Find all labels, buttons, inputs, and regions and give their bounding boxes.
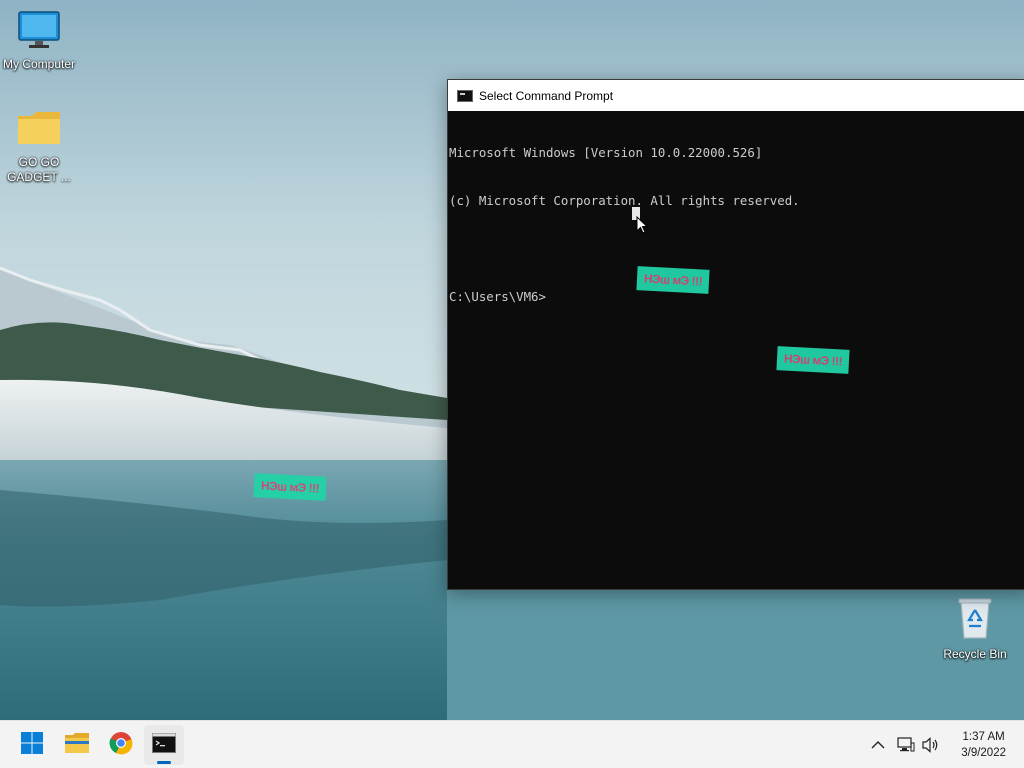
- desktop-icon-label: GO GO GADGET ...: [7, 155, 71, 184]
- console-line: Microsoft Windows [Version 10.0.22000.52…: [449, 145, 763, 160]
- mouse-pointer-icon: [636, 215, 649, 240]
- desktop-icon-label: My Computer: [2, 57, 76, 71]
- taskbar-file-explorer[interactable]: [57, 725, 97, 765]
- monitor-icon: [0, 10, 78, 54]
- recycle-bin-icon: [936, 596, 1014, 644]
- desktop-icon-recycle-bin[interactable]: Recycle Bin: [936, 596, 1014, 662]
- network-icon[interactable]: [896, 735, 916, 755]
- folder-icon: [0, 108, 78, 152]
- overlay-tag: НЭш мЭ !!!: [776, 346, 850, 374]
- desktop-icon-go-go-gadget[interactable]: GO GO GADGET ...: [0, 108, 78, 185]
- desktop-icon-my-computer[interactable]: My Computer: [0, 10, 78, 72]
- console-output[interactable]: Microsoft Windows [Version 10.0.22000.52…: [448, 111, 1024, 337]
- taskbar-chrome[interactable]: [101, 725, 141, 765]
- chrome-icon: [109, 731, 133, 760]
- overlay-tag: НЭш мЭ !!!: [253, 473, 327, 501]
- command-prompt-window[interactable]: Select Command Prompt Microsoft Windows …: [447, 79, 1024, 590]
- terminal-icon: [152, 732, 176, 758]
- clock-time: 1:37 AM: [962, 731, 1005, 743]
- console-prompt: C:\Users\VM6>: [449, 289, 546, 304]
- windows-start-icon: [20, 731, 44, 760]
- taskbar-command-prompt[interactable]: [144, 725, 184, 765]
- window-title: Select Command Prompt: [479, 88, 614, 103]
- system-clock[interactable]: 1:37 AM 3/9/2022: [961, 729, 1006, 761]
- chevron-up-icon[interactable]: [868, 735, 888, 755]
- taskbar: 1:37 AM 3/9/2022: [0, 720, 1024, 768]
- speaker-icon[interactable]: [921, 735, 941, 755]
- console-line: (c) Microsoft Corporation. All rights re…: [449, 193, 800, 208]
- terminal-icon: [457, 89, 473, 102]
- start-button[interactable]: [12, 725, 52, 765]
- desktop-icon-label: Recycle Bin: [943, 647, 1007, 661]
- clock-date: 3/9/2022: [961, 747, 1006, 759]
- overlay-tag: НЭш мЭ !!!: [636, 266, 710, 294]
- folder-icon: [64, 732, 90, 759]
- window-titlebar[interactable]: Select Command Prompt: [448, 80, 1024, 111]
